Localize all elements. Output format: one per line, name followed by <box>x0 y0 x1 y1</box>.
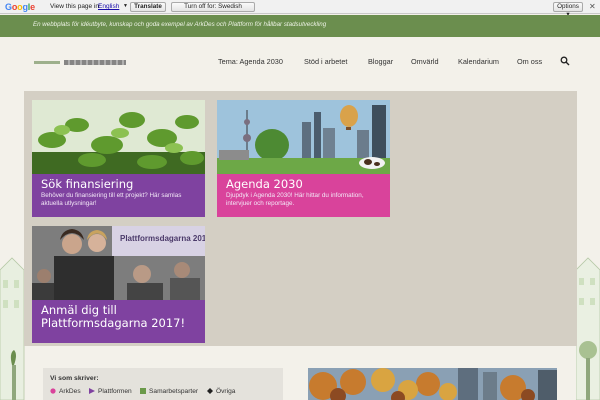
triangle-icon <box>89 388 95 394</box>
google-logo: Google <box>5 2 35 12</box>
nav-item-agenda[interactable]: Tema: Agenda 2030 <box>218 57 283 66</box>
writer-ovriga[interactable]: Övriga <box>207 388 235 395</box>
writers-legend: Vi som skriver: ArkDes Plattformen Samar… <box>43 368 283 400</box>
card-plattformsdagarna[interactable]: Plattformsdagarna 2017 Anmäl dig till Pl… <box>32 226 205 343</box>
close-icon[interactable]: ✕ <box>589 2 596 11</box>
options-button[interactable]: Options ▾ <box>553 2 583 18</box>
nav-item-bloggar[interactable]: Bloggar <box>368 57 393 66</box>
writer-arkdes[interactable]: ArkDes <box>50 388 81 395</box>
writer-plattformen[interactable]: Plattformen <box>89 388 132 395</box>
nav-item-om-oss[interactable]: Om oss <box>517 57 542 66</box>
card-title: Sök finansiering <box>41 177 134 191</box>
site-logo[interactable] <box>34 60 126 65</box>
nav-item-omvarld[interactable]: Omvärld <box>411 57 439 66</box>
card-description: Djupdyk i Agenda 2030! Här hittar du inf… <box>226 192 364 207</box>
diamond-icon <box>207 388 213 394</box>
chevron-down-icon[interactable]: ▼ <box>123 3 128 9</box>
translate-button[interactable]: Translate <box>130 2 166 12</box>
card-caption: Agenda 2030 Djupdyk i Agenda 2030! Här h… <box>217 174 390 217</box>
search-icon[interactable] <box>560 56 570 66</box>
right-illustration <box>576 257 600 400</box>
card-agenda-2030[interactable]: Agenda 2030 Djupdyk i Agenda 2030! Här h… <box>217 100 390 217</box>
left-illustration <box>0 257 25 400</box>
city-skyline-image <box>217 100 390 174</box>
view-page-label: View this page in: <box>50 3 101 10</box>
turn-off-button[interactable]: Turn off for: Swedish <box>171 2 255 12</box>
circle-icon <box>50 388 56 394</box>
card-finansiering[interactable]: Sök finansiering Behöver du finansiering… <box>32 100 205 217</box>
square-icon <box>140 388 146 394</box>
card-caption: Anmäl dig till Plattformsdagarna 2017! <box>32 300 205 343</box>
nav-item-stod[interactable]: Stöd i arbetet <box>304 57 347 66</box>
writers-title: Vi som skriver: <box>50 375 99 382</box>
nav-item-kalendarium[interactable]: Kalendarium <box>458 57 499 66</box>
writer-samarbetsparter[interactable]: Samarbetsparter <box>140 388 198 395</box>
language-select[interactable]: English <box>98 3 119 10</box>
conference-image: Plattformsdagarna 2017 <box>32 226 205 300</box>
card-caption: Sök finansiering Behöver du finansiering… <box>32 174 205 217</box>
card-title: Anmäl dig till Plattformsdagarna 2017! <box>41 303 186 330</box>
plants-image <box>32 100 205 174</box>
image-heading: Plattformsdagarna 2017 <box>120 234 205 243</box>
translate-bar: Google View this page in: English ▼ Tran… <box>0 0 600 18</box>
site-tagline: En webbplats för idéutbyte, kunskap och … <box>33 21 327 28</box>
card-description: Behöver du finansiering till ett projekt… <box>41 192 182 207</box>
park-image[interactable] <box>308 368 557 400</box>
card-title: Agenda 2030 <box>226 177 303 191</box>
site-banner: En webbplats för idéutbyte, kunskap och … <box>0 15 600 37</box>
